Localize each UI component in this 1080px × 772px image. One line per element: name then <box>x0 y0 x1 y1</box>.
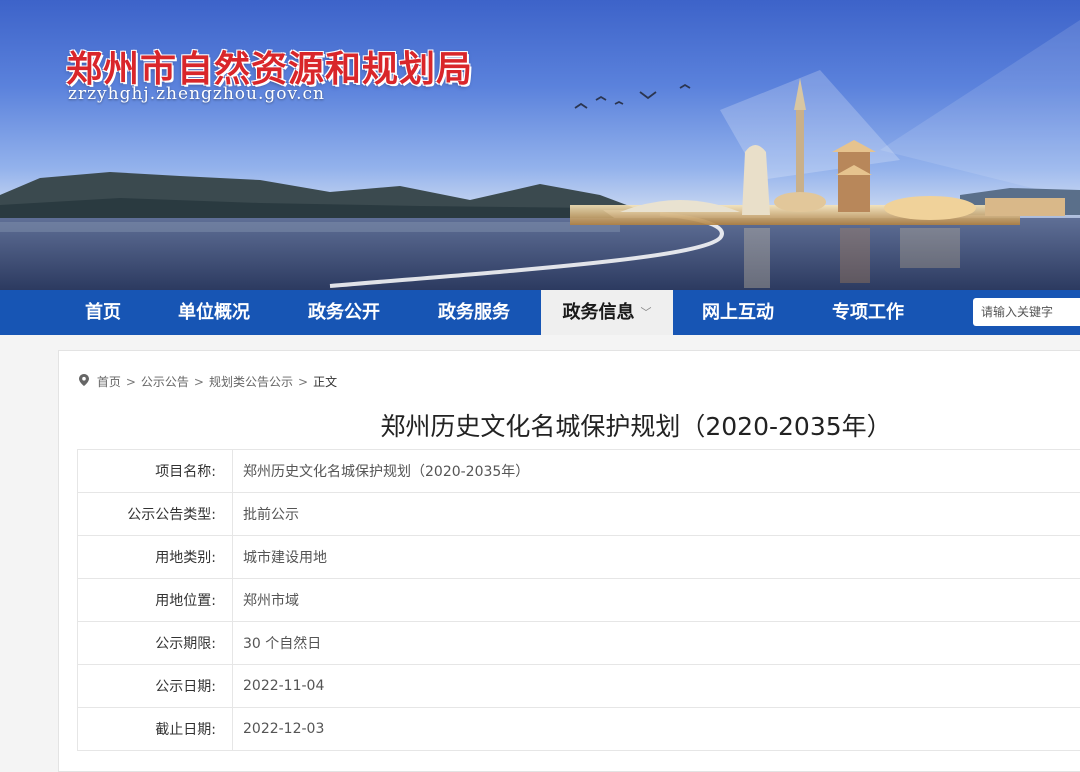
field-value: 2022-12-03 <box>233 708 1080 751</box>
breadcrumb-separator: > <box>298 375 308 389</box>
nav-item-home[interactable]: 首页 <box>60 290 146 335</box>
table-row: 截止日期: 2022-12-03 <box>78 708 1080 751</box>
table-row: 用地位置: 郑州市域 <box>78 579 1080 622</box>
table-row: 公示期限: 30 个自然日 <box>78 622 1080 665</box>
header-banner: 郑州市自然资源和规划局 zrzyhghj.zhengzhou.gov.cn <box>0 0 1080 290</box>
field-label: 公示期限: <box>78 622 233 665</box>
table-row: 公示日期: 2022-11-04 <box>78 665 1080 708</box>
project-info-table: 项目名称: 郑州历史文化名城保护规划（2020-2035年） 公示公告类型: 批… <box>77 449 1080 751</box>
nav-item-special-work[interactable]: 专项工作 <box>814 290 922 335</box>
table-row: 公示公告类型: 批前公示 <box>78 493 1080 536</box>
article-panel: 首页 > 公示公告 > 规划类公告公示 > 正文 郑州历史文化名城保护规划（2020-203… <box>58 350 1080 772</box>
page-title-text: 郑州历史文化名城保护规划（2020-2035年） <box>380 412 891 441</box>
nav-item-interaction[interactable]: 网上互动 <box>684 290 792 335</box>
field-label: 项目名称: <box>78 450 233 493</box>
field-label: 用地位置: <box>78 579 233 622</box>
nav-item-gov-open[interactable]: 政务公开 <box>290 290 398 335</box>
nav-item-gov-service[interactable]: 政务服务 <box>420 290 528 335</box>
table-row: 项目名称: 郑州历史文化名城保护规划（2020-2035年） <box>78 450 1080 493</box>
field-value: 郑州历史文化名城保护规划（2020-2035年） <box>233 450 1080 493</box>
breadcrumb-notices[interactable]: 公示公告 <box>141 373 189 390</box>
breadcrumb-separator: > <box>194 375 204 389</box>
field-value: 批前公示 <box>233 493 1080 536</box>
nav-item-about[interactable]: 单位概况 <box>160 290 268 335</box>
breadcrumb-current: 正文 <box>313 373 337 390</box>
main-nav: 首页 单位概况 政务公开 政务服务 政务信息 ﹀ 网上互动 专项工作 <box>0 290 1080 335</box>
site-url: zrzyhghj.zhengzhou.gov.cn <box>68 84 325 104</box>
field-value: 城市建设用地 <box>233 536 1080 579</box>
breadcrumb: 首页 > 公示公告 > 规划类公告公示 > 正文 <box>79 373 337 390</box>
breadcrumb-home[interactable]: 首页 <box>97 373 121 390</box>
field-label: 公示公告类型: <box>78 493 233 536</box>
field-label: 截止日期: <box>78 708 233 751</box>
field-label: 用地类别: <box>78 536 233 579</box>
nav-item-gov-info-label: 政务信息 <box>563 302 635 323</box>
search-input[interactable] <box>973 298 1080 326</box>
breadcrumb-planning-notices[interactable]: 规划类公告公示 <box>209 373 293 390</box>
location-pin-icon <box>79 374 93 389</box>
field-label: 公示日期: <box>78 665 233 708</box>
chevron-down-icon: ﹀ <box>641 290 652 335</box>
field-value: 30 个自然日 <box>233 622 1080 665</box>
field-value: 2022-11-04 <box>233 665 1080 708</box>
nav-item-gov-info[interactable]: 政务信息 ﹀ <box>541 290 673 335</box>
table-row: 用地类别: 城市建设用地 <box>78 536 1080 579</box>
field-value: 郑州市域 <box>233 579 1080 622</box>
page-title: 郑州历史文化名城保护规划（2020-2035年） <box>59 407 1080 443</box>
breadcrumb-separator: > <box>126 375 136 389</box>
